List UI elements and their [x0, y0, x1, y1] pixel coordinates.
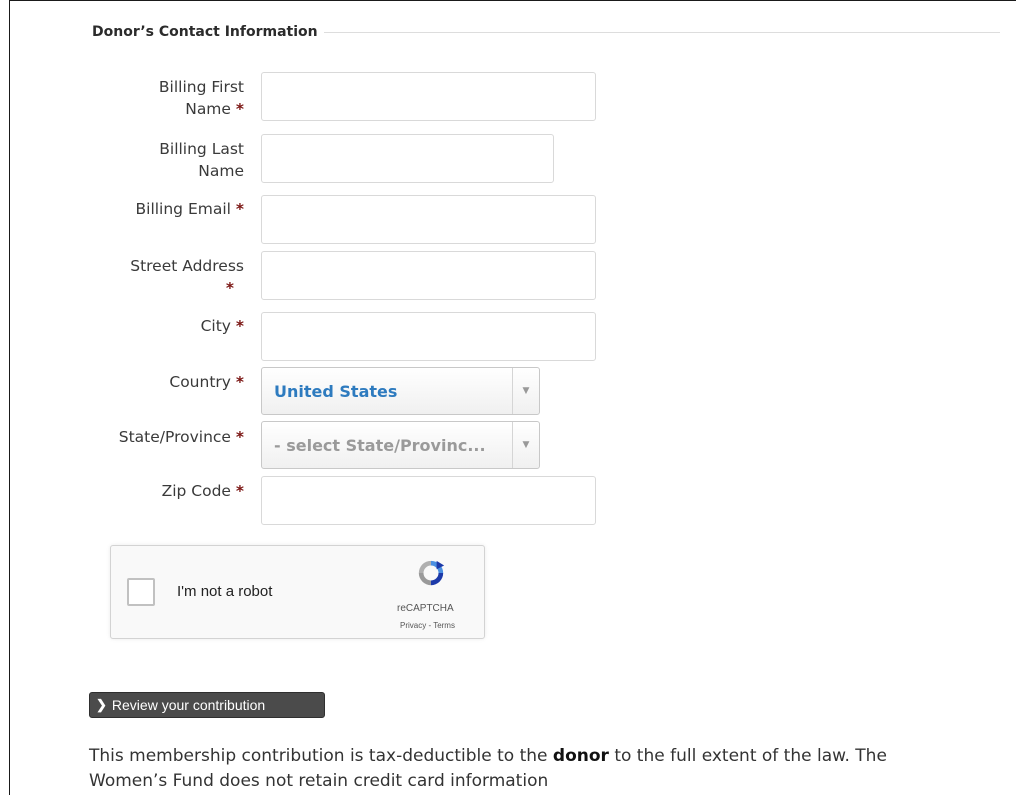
email-input[interactable] [261, 195, 596, 244]
required-marker: * [235, 428, 244, 446]
street-address-input[interactable] [261, 251, 596, 300]
first-name-label-line2: Name [185, 100, 231, 118]
city-label-text: City [200, 317, 231, 335]
review-contribution-button[interactable]: ❯ Review your contribution [89, 692, 325, 718]
recaptcha-brand: reCAPTCHA [397, 603, 454, 614]
required-marker: * [235, 100, 244, 118]
section-title: Donor’s Contact Information [92, 24, 318, 40]
last-name-label-line1: Billing Last [159, 140, 244, 158]
zip-label: Zip Code * [84, 480, 244, 502]
zip-label-text: Zip Code [161, 482, 231, 500]
required-marker: * [235, 482, 244, 500]
section-legend: Donor’s Contact Information [92, 22, 1000, 42]
legend-divider [323, 31, 1000, 33]
chevron-down-icon[interactable]: ▼ [512, 422, 539, 468]
required-marker: * [225, 279, 234, 297]
note-text-before: This membership contribution is tax-dedu… [89, 746, 553, 766]
last-name-label: Billing Last Name [84, 138, 244, 182]
country-label: Country * [84, 371, 244, 393]
required-marker: * [235, 200, 244, 218]
state-label: State/Province * [84, 426, 244, 448]
country-select[interactable]: United States ▼ [261, 367, 540, 415]
first-name-label: Billing First Name * [84, 76, 244, 120]
first-name-label-line1: Billing First [158, 78, 244, 96]
country-label-text: Country [169, 373, 231, 391]
city-input[interactable] [261, 312, 596, 361]
tax-deductible-note: This membership contribution is tax-dedu… [89, 744, 949, 794]
last-name-input[interactable] [261, 134, 554, 183]
required-marker: * [235, 373, 244, 391]
city-label: City * [84, 315, 244, 337]
zip-code-input[interactable] [261, 476, 596, 525]
email-label-text: Billing Email [135, 200, 231, 218]
chevron-down-icon[interactable]: ▼ [512, 368, 539, 414]
recaptcha-privacy-terms[interactable]: Privacy - Terms [400, 621, 455, 630]
recaptcha-checkbox[interactable] [127, 578, 155, 606]
state-label-text: State/Province [118, 428, 231, 446]
state-select[interactable]: - select State/Provinc... ▼ [261, 421, 540, 469]
recaptcha-widget: I'm not a robot reCAPTCHA Privacy - Term… [110, 545, 485, 639]
note-bold-donor: donor [552, 746, 609, 766]
email-label: Billing Email * [84, 198, 245, 220]
first-name-input[interactable] [261, 72, 596, 121]
chevron-right-icon: ❯ [96, 697, 107, 712]
review-button-label: Review your contribution [111, 697, 266, 713]
country-selected-value: United States [274, 381, 398, 401]
recaptcha-label: I'm not a robot [177, 583, 273, 600]
last-name-label-line2: Name [198, 162, 244, 180]
street-label: Street Address * [84, 255, 244, 299]
recaptcha-logo-icon [418, 560, 445, 586]
street-label-text: Street Address [130, 257, 244, 275]
state-selected-value: - select State/Provinc... [274, 435, 486, 455]
required-marker: * [235, 317, 244, 335]
